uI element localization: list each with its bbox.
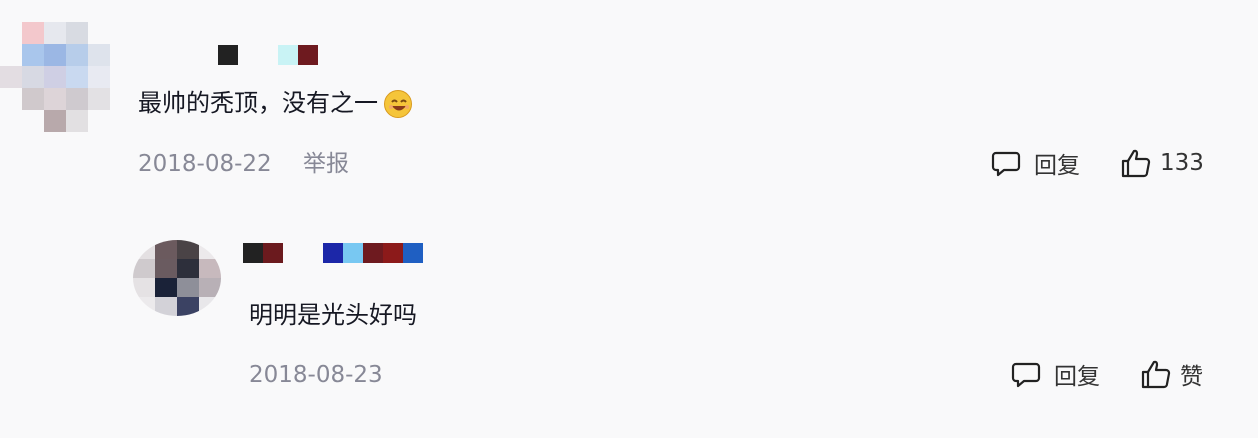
reply-label: 回复 [1054,364,1100,390]
reply-date: 2018-08-23 [249,362,383,388]
reply-button[interactable]: 回复 [990,146,1080,180]
comment-date: 2018-08-22 [138,151,272,177]
comment-text: 最帅的秃顶，没有之一 [138,88,412,118]
like-button[interactable]: 赞 [1140,357,1203,391]
avatar[interactable] [0,22,110,132]
like-label: 赞 [1180,364,1203,390]
report-link[interactable]: 举报 [303,150,349,178]
like-button[interactable]: 133 [1120,146,1204,180]
reply-button[interactable]: 回复 [1010,357,1100,391]
reply-label: 回复 [1034,153,1080,179]
avatar[interactable] [133,240,221,316]
thumbs-up-icon [1140,358,1172,390]
username[interactable] [218,45,318,65]
thumbs-up-icon [1120,147,1152,179]
comment-bubble-icon [990,147,1022,179]
comment-bubble-icon [1010,358,1042,390]
smiling-face-emoji-icon [384,90,412,118]
reply-text: 明明是光头好吗 [249,301,417,329]
comment-text-content: 最帅的秃顶，没有之一 [138,89,378,117]
like-count: 133 [1160,150,1204,176]
username[interactable] [243,243,423,263]
